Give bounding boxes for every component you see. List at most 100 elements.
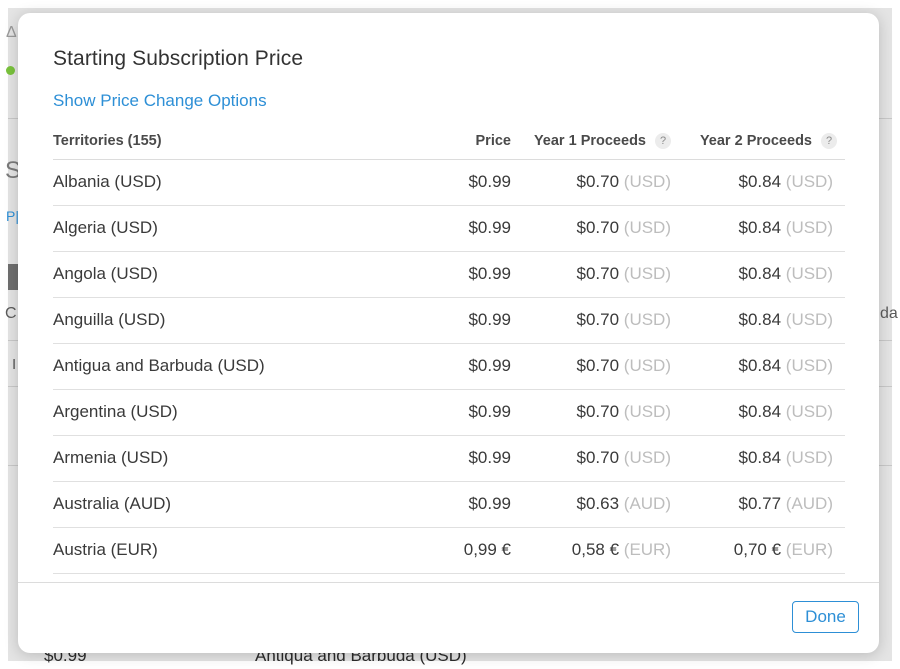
help-icon[interactable]: ? (821, 132, 837, 149)
year1-value: $0.70 (576, 402, 620, 421)
background-block (8, 264, 18, 290)
year1-value: $0.70 (576, 356, 620, 375)
price-cell: $0.99 (373, 251, 511, 298)
table-row: Albania (USD) $0.99 $0.70 (USD) $0.84 (USD) (53, 159, 845, 206)
year2-currency: (USD) (785, 172, 833, 191)
year1-value: $0.70 (576, 172, 620, 191)
territory-cell: Australia (AUD) (53, 481, 373, 528)
territory-cell: Albania (USD) (53, 159, 373, 206)
table-row: Austria (EUR) 0,99 €0,58 € (EUR) 0,70 € (E… (53, 527, 845, 574)
column-header-territories[interactable]: Territories (155) (53, 123, 373, 160)
table-row: Algeria (USD) $0.99 $0.70 (USD) $0.84 (USD) (53, 205, 845, 252)
year2-currency: (USD) (785, 448, 833, 467)
year2-value: 0,70 € (733, 540, 782, 559)
table-row: Antigua and Barbuda (USD) $0.99 $0.70 (USD… (53, 343, 845, 390)
year1-proceeds-cell: $0.70 (USD) (511, 389, 671, 436)
price-cell: $0.99 (373, 297, 511, 344)
year2-value: $0.84 (738, 402, 782, 421)
footer-divider (18, 582, 879, 583)
year1-proceeds-cell: $0.70 (USD) (511, 343, 671, 390)
background-fragment: da (880, 305, 898, 322)
background-divider (8, 465, 18, 466)
year2-value: $0.84 (738, 448, 782, 467)
year1-value: 0,58 € (571, 540, 620, 559)
year1-proceeds-cell: $0.70 (USD) (511, 205, 671, 252)
territory-cell: Armenia (USD) (53, 435, 373, 482)
year2-proceeds-cell: $0.84 (USD) (671, 205, 845, 252)
territory-cell: Angola (USD) (53, 251, 373, 298)
year2-value: $0.77 (738, 494, 782, 513)
table-header-row: Territories (155) Price Year 1 Proceeds?… (53, 123, 845, 160)
background-divider (879, 340, 892, 341)
year1-proceeds-cell: $0.70 (USD) (511, 435, 671, 482)
year2-proceeds-cell: $0.84 (USD) (671, 251, 845, 298)
price-cell: $0.99 (373, 481, 511, 528)
year2-value: $0.84 (738, 264, 782, 283)
territory-cell: Argentina (USD) (53, 389, 373, 436)
year1-value: $0.70 (576, 218, 620, 237)
year2-value: $0.84 (738, 310, 782, 329)
show-price-change-options-link[interactable]: Show Price Change Options (53, 91, 267, 111)
help-icon[interactable]: ? (655, 132, 671, 149)
year2-currency: (USD) (785, 218, 833, 237)
price-cell: $0.99 (373, 435, 511, 482)
year2-proceeds-cell: $0.84 (USD) (671, 159, 845, 206)
year1-value: $0.70 (576, 264, 620, 283)
year1-currency: (USD) (623, 218, 671, 237)
price-cell: $0.99 (373, 205, 511, 252)
year2-proceeds-cell: $0.84 (USD) (671, 297, 845, 344)
modal-title: Starting Subscription Price (53, 47, 304, 70)
background-fragment: I (12, 356, 17, 373)
territory-cell: Anguilla (USD) (53, 297, 373, 344)
background-divider (879, 386, 892, 387)
done-button[interactable]: Done (792, 601, 859, 633)
table-row: Angola (USD) $0.99 $0.70 (USD) $0.84 (USD) (53, 251, 845, 298)
price-cell: 0,99 € (373, 527, 511, 574)
year1-currency: (USD) (623, 448, 671, 467)
table-row: Argentina (USD) $0.99 $0.70 (USD) $0.84 (US… (53, 389, 845, 436)
background-divider (879, 465, 892, 466)
year2-proceeds-cell: $0.84 (USD) (671, 389, 845, 436)
territory-cell: Antigua and Barbuda (USD) (53, 343, 373, 390)
year1-proceeds-cell: $0.63 (AUD) (511, 481, 671, 528)
year2-proceeds-cell: $0.84 (USD) (671, 343, 845, 390)
year1-proceeds-cell: $0.70 (USD) (511, 159, 671, 206)
year2-currency: (AUD) (785, 494, 833, 513)
year2-proceeds-cell: 0,70 € (EUR) (671, 527, 845, 574)
year2-currency: (USD) (785, 310, 833, 329)
status-dot-icon (6, 66, 15, 75)
background-divider (8, 386, 18, 387)
year1-currency: (USD) (623, 264, 671, 283)
year1-currency: (USD) (623, 402, 671, 421)
year1-value: $0.63 (576, 494, 620, 513)
year1-currency: (EUR) (623, 540, 671, 559)
price-cell: $0.99 (373, 389, 511, 436)
column-header-price[interactable]: Price (373, 123, 511, 160)
background-divider (8, 118, 18, 119)
price-cell: $0.99 (373, 159, 511, 206)
table-row: Anguilla (USD) $0.99 $0.70 (USD) $0.84 (USD… (53, 297, 845, 344)
year2-currency: (EUR) (785, 540, 833, 559)
table-row: Australia (AUD) $0.99 $0.63 (AUD) $0.77 (AU… (53, 481, 845, 528)
year1-currency: (USD) (623, 310, 671, 329)
year2-proceeds-cell: $0.77 (AUD) (671, 481, 845, 528)
price-cell: $0.99 (373, 343, 511, 390)
year2-value: $0.84 (738, 218, 782, 237)
territory-cell: Austria (EUR) (53, 527, 373, 574)
background-divider (879, 118, 892, 119)
background-divider (8, 340, 18, 341)
year1-proceeds-cell: 0,58 € (EUR) (511, 527, 671, 574)
year2-currency: (USD) (785, 264, 833, 283)
subscription-price-modal: Starting Subscription Price Show Price C… (18, 13, 879, 653)
year2-currency: (USD) (785, 402, 833, 421)
year1-currency: (USD) (623, 356, 671, 375)
year1-proceeds-cell: $0.70 (USD) (511, 251, 671, 298)
year2-value: $0.84 (738, 172, 782, 191)
year1-value: $0.70 (576, 310, 620, 329)
column-header-year1-proceeds: Year 1 Proceeds? (511, 123, 671, 160)
year1-proceeds-cell: $0.70 (USD) (511, 297, 671, 344)
territory-cell: Algeria (USD) (53, 205, 373, 252)
table-row: Armenia (USD) $0.99 $0.70 (USD) $0.84 (USD) (53, 435, 845, 482)
year2-proceeds-cell: $0.84 (USD) (671, 435, 845, 482)
column-header-year2-proceeds: Year 2 Proceeds? (671, 123, 845, 160)
